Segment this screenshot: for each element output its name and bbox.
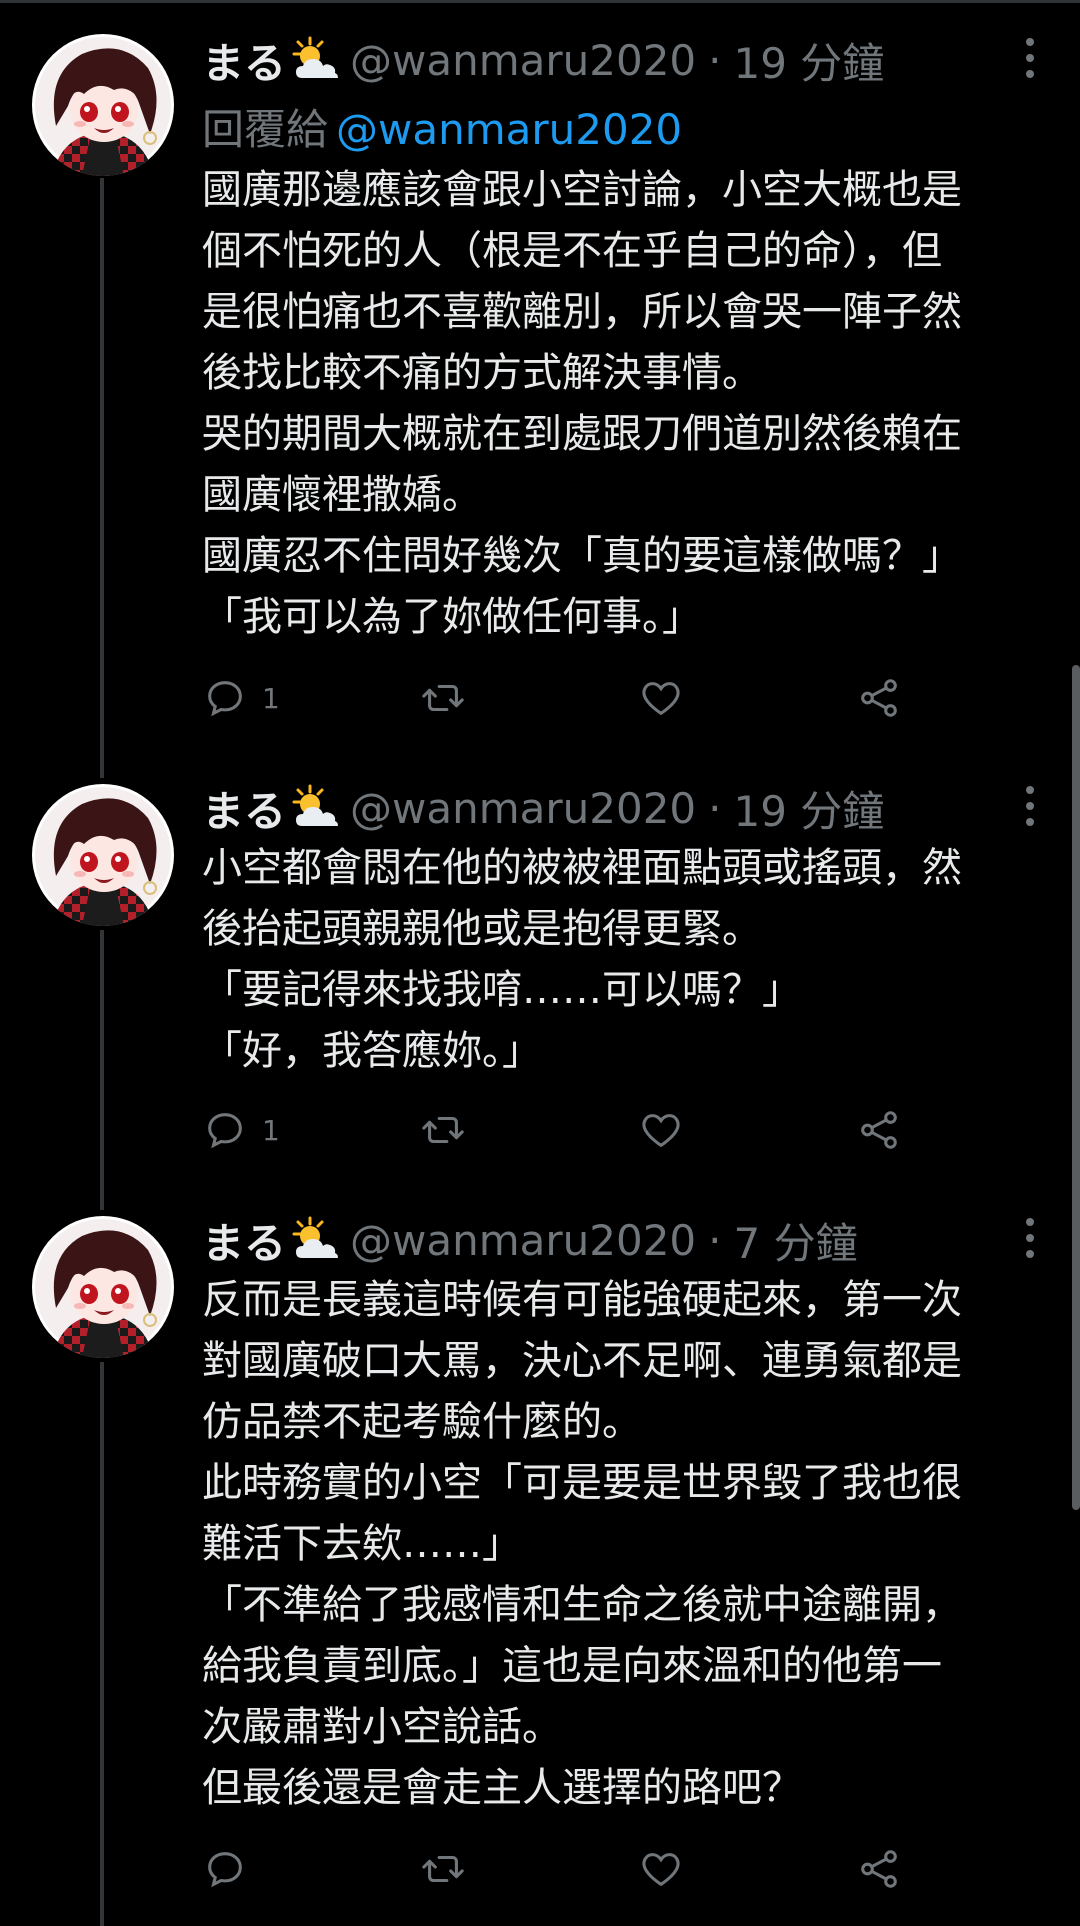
tweet-header: まる @wanmaru2020 · 19 分鐘 [202,778,884,838]
reply-button[interactable]: 1 [202,1105,280,1155]
display-name[interactable]: まる [202,1210,286,1271]
reply-icon [208,681,242,717]
display-name[interactable]: まる [202,778,286,839]
tweet-text-line: 國廣懷裡撒嬌。 [202,472,482,518]
heart-icon [642,682,680,716]
tweet-header: まる @wanmaru2020 · 7 分鐘 [202,1210,858,1270]
heart-icon [642,1114,680,1148]
share-button[interactable] [856,673,902,723]
tweet[interactable]: まる @wanmaru2020 · 7 分鐘 反而是長義這時候有可能強硬起來，第… [0,1192,1080,1926]
share-button[interactable] [856,1844,902,1894]
tweet-text-line: 後找比較不痛的方式解決事情。 [202,350,762,396]
reply-icon [208,1113,242,1149]
reply-count: 1 [262,1113,280,1147]
user-handle[interactable]: @wanmaru2020 [350,36,696,85]
more-options-icon[interactable] [1020,784,1040,828]
sun-behind-cloud-icon [288,36,340,84]
sun-behind-cloud-icon [288,1216,340,1264]
tweet-text-line: 「不準給了我感情和生命之後就中途離開， [202,1582,962,1628]
reply-prefix: 回覆給 [202,105,329,154]
tweet-text-line: 「我可以為了妳做任何事。」 [202,594,702,640]
user-handle[interactable]: @wanmaru2020 [350,1216,696,1265]
reply-context: 回覆給 @wanmaru2020 [202,96,682,157]
reply-count: 1 [262,681,280,715]
tweet-text-line: 但最後還是會走主人選擇的路吧？ [202,1765,802,1811]
share-icon [861,1850,897,1888]
tweet[interactable]: まる @wanmaru2020 · 19 分鐘 小空都會悶在他的被被裡面點頭或搖… [0,760,1080,1192]
avatar[interactable] [32,1216,174,1358]
reply-button[interactable] [202,1844,262,1894]
tweet-text-line: 「好，我答應妳。」 [202,1028,542,1074]
like-button[interactable] [638,1844,698,1894]
like-button[interactable] [638,673,698,723]
avatar[interactable] [32,784,174,926]
action-bar: 1 [202,1105,962,1155]
scrollbar[interactable] [1072,665,1080,1510]
share-icon [861,679,897,717]
separator-dot: · [708,783,722,833]
retweet-button[interactable] [420,1844,480,1894]
retweet-button[interactable] [420,673,480,723]
separator-dot: · [708,1215,722,1265]
more-options-icon[interactable] [1020,1216,1040,1260]
retweet-icon [422,1855,464,1883]
tweet-text-line: 此時務實的小空「可是要是世界毀了我也很 [202,1460,962,1506]
tweet-text-line: 對國廣破口大罵，決心不足啊、連勇氣都是 [202,1338,962,1384]
tweet-text: 小空都會悶在他的被被裡面點頭或搖頭，然 後抬起頭親親他或是抱得更緊。 「要記得來… [202,838,1044,1082]
tweet-text: 國廣那邊應該會跟小空討論，小空大概也是 個不怕死的人（根是不在乎自己的命），但 … [202,160,1044,648]
tweet-text-line: 仿品禁不起考驗什麼的。 [202,1399,642,1445]
timestamp[interactable]: 7 分鐘 [734,1210,858,1271]
tweet-text-line: 國廣忍不住問好幾次「真的要這樣做嗎？」 [202,533,962,579]
sun-behind-cloud-icon [288,784,340,832]
reply-icon [208,1852,242,1888]
action-bar: 1 [202,673,962,723]
action-bar [202,1844,962,1894]
tweet-text-line: 「要記得來找我唷……可以嗎？」 [202,967,802,1013]
retweet-button[interactable] [420,1105,480,1155]
retweet-icon [422,1116,464,1144]
heart-icon [642,1853,680,1887]
tweet-text: 反而是長義這時候有可能強硬起來，第一次 對國廣破口大罵，決心不足啊、連勇氣都是 … [202,1270,1044,1819]
user-handle[interactable]: @wanmaru2020 [350,784,696,833]
tweet-text-line: 反而是長義這時候有可能強硬起來，第一次 [202,1277,962,1323]
share-icon [861,1111,897,1149]
tweet-text-line: 哭的期間大概就在到處跟刀們道別然後賴在 [202,411,962,457]
tweet-header: まる @wanmaru2020 · 19 分鐘 [202,30,884,90]
like-button[interactable] [638,1105,698,1155]
tweet-text-line: 國廣那邊應該會跟小空討論，小空大概也是 [202,167,962,213]
avatar[interactable] [32,34,174,176]
tweet-text-line: 次嚴肅對小空說話。 [202,1704,562,1750]
tweet-text-line: 難活下去欸……」 [202,1521,522,1567]
tweet-text-line: 是很怕痛也不喜歡離別，所以會哭一陣子然 [202,289,962,335]
timestamp[interactable]: 19 分鐘 [734,30,885,91]
tweet[interactable]: まる @wanmaru2020 · 19 分鐘 回覆給 @wanmaru2020 … [0,0,1080,760]
separator-dot: · [708,35,722,85]
reply-button[interactable]: 1 [202,673,280,723]
more-options-icon[interactable] [1020,36,1040,80]
tweet-text-line: 小空都會悶在他的被被裡面點頭或搖頭，然 [202,845,962,891]
tweet-text-line: 個不怕死的人（根是不在乎自己的命），但 [202,228,942,274]
tweet-text-line: 給我負責到底。」這也是向來溫和的他第一 [202,1643,942,1689]
tweet-text-line: 後抬起頭親親他或是抱得更緊。 [202,906,762,952]
share-button[interactable] [856,1105,902,1155]
display-name[interactable]: まる [202,30,286,91]
reply-mention-link[interactable]: @wanmaru2020 [336,105,682,154]
timestamp[interactable]: 19 分鐘 [734,778,885,839]
retweet-icon [422,684,464,712]
